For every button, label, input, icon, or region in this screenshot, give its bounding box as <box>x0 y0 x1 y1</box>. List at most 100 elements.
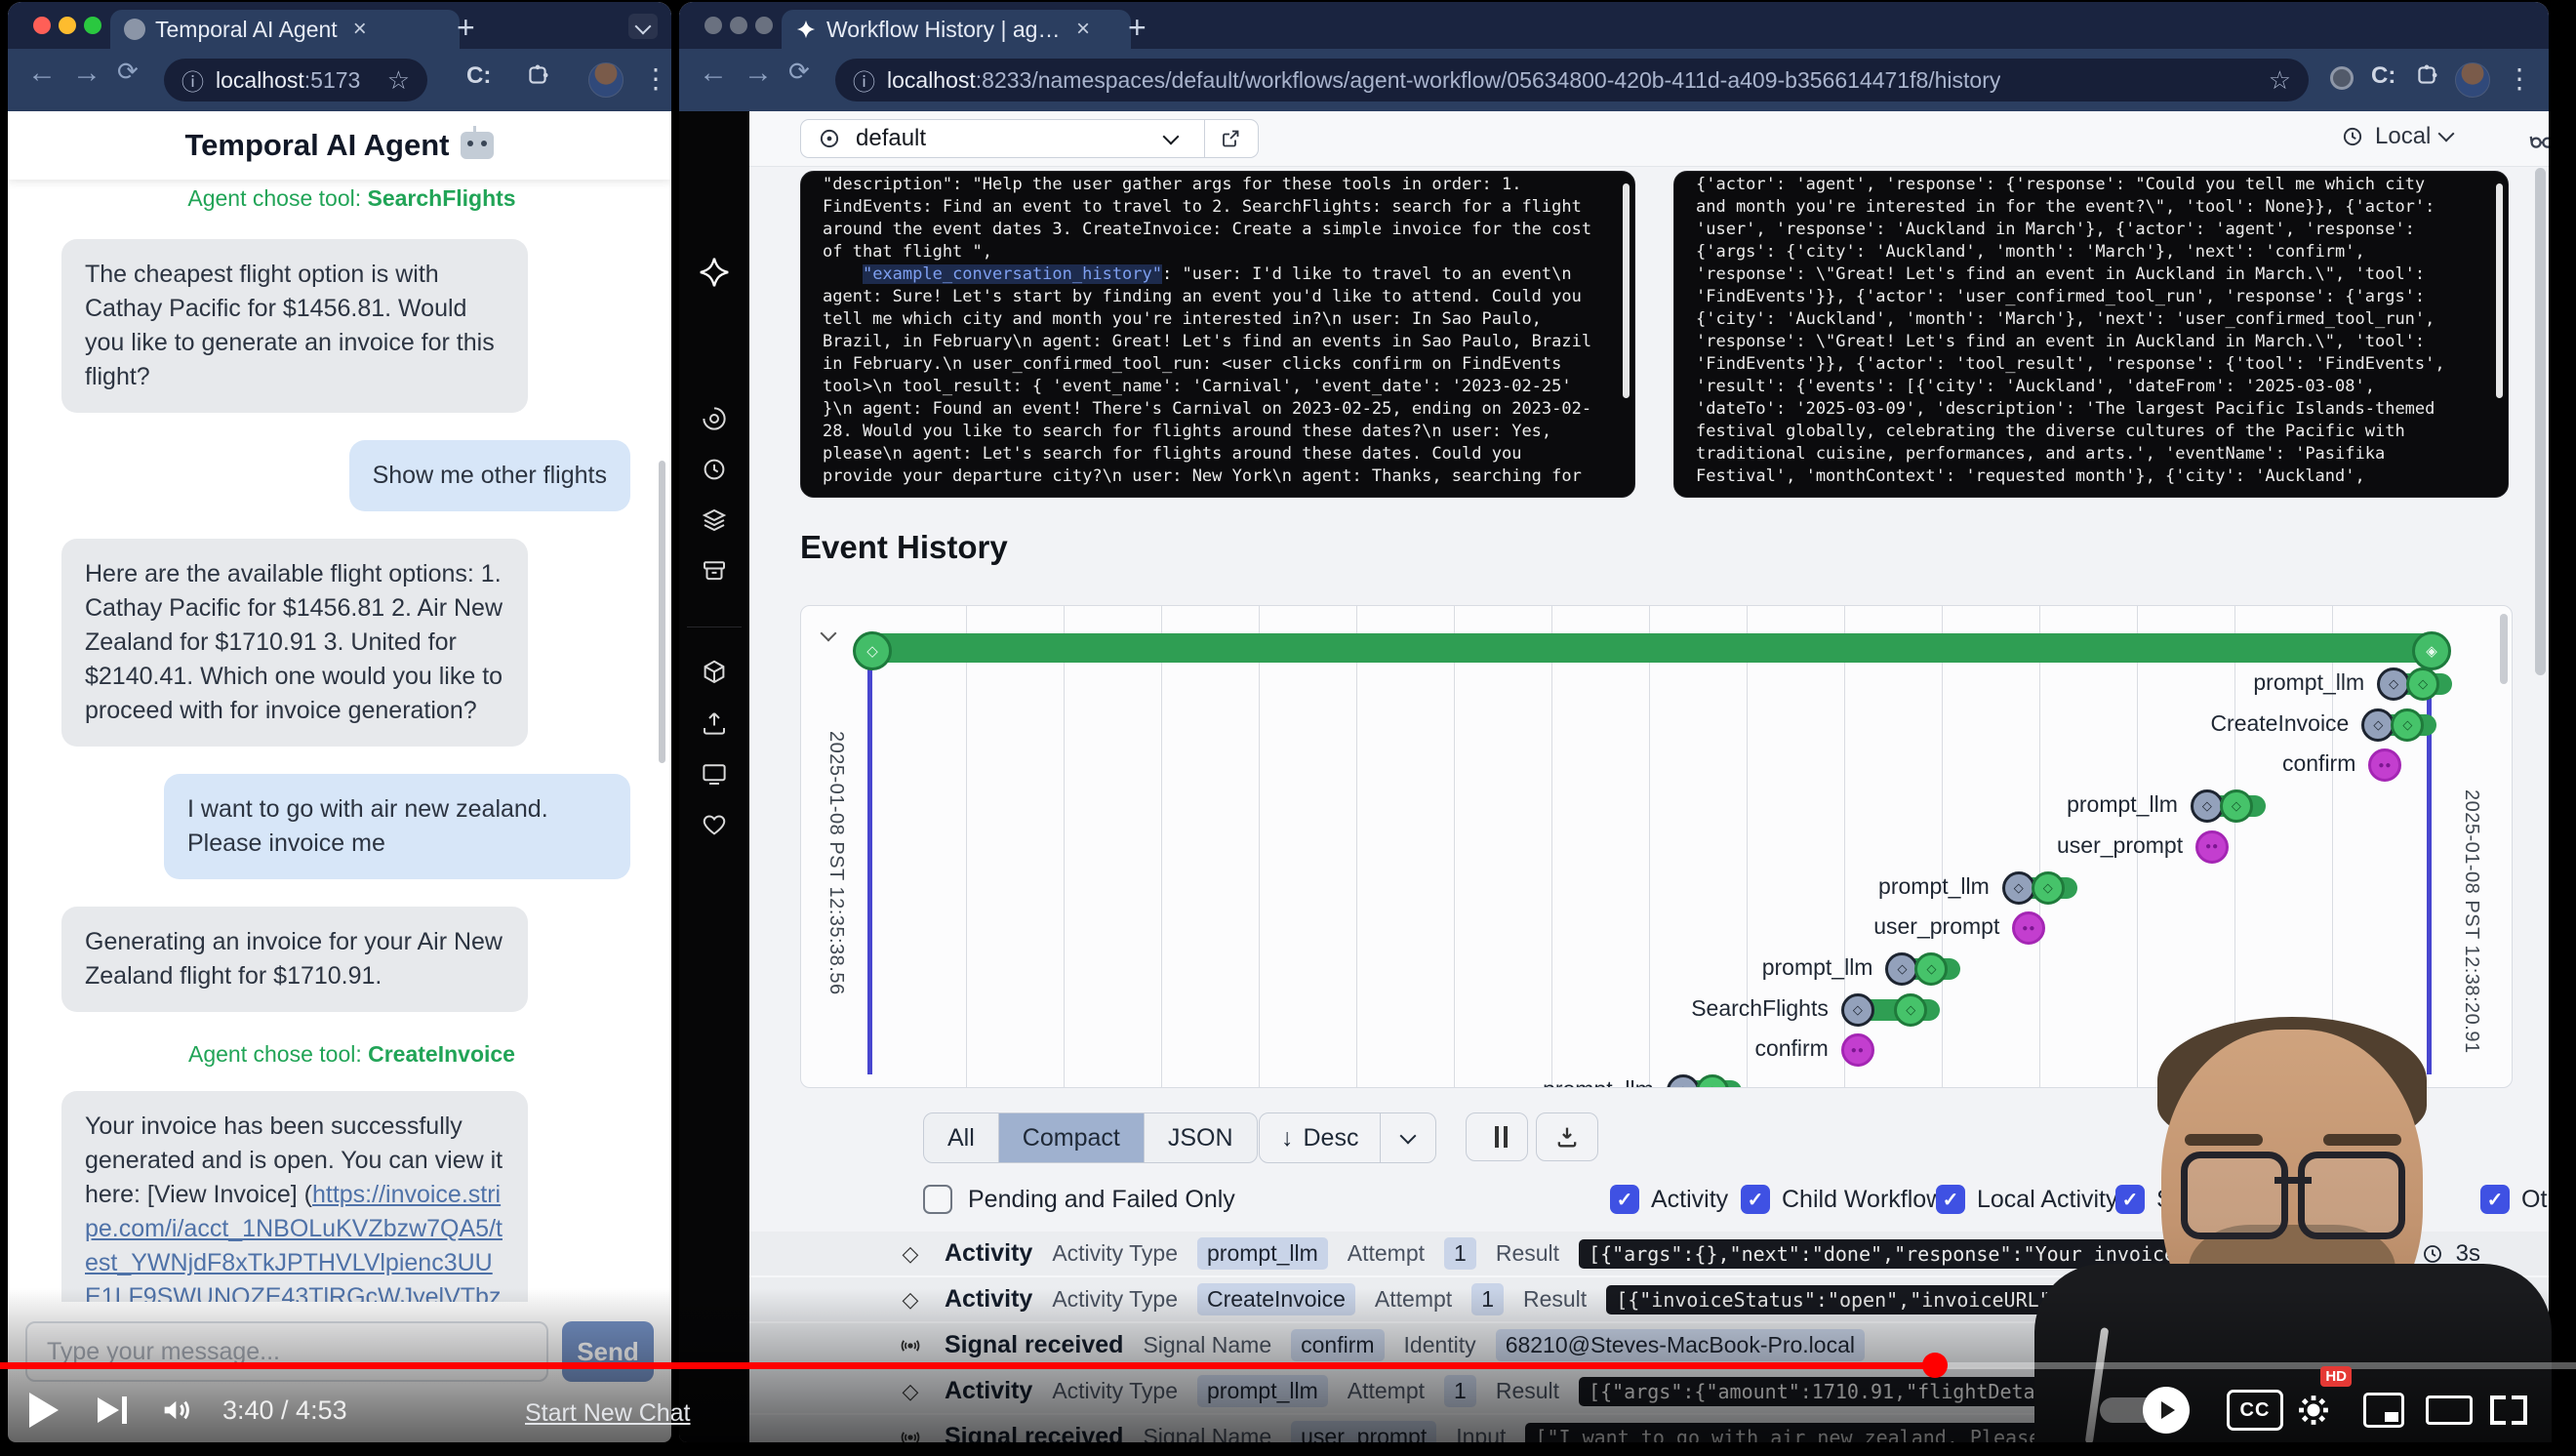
extensions-icon[interactable] <box>525 62 550 88</box>
timezone-selector[interactable]: Local <box>2340 123 2452 150</box>
address-bar[interactable]: ⓘ localhost:8233/namespaces/default/work… <box>835 59 2309 101</box>
minimize-window-button[interactable] <box>59 17 76 34</box>
tab-search-button[interactable] <box>628 14 658 39</box>
close-window-button[interactable] <box>704 17 722 34</box>
activity-completed-marker[interactable]: ◇ <box>2391 708 2424 742</box>
zoom-window-button[interactable] <box>755 17 773 34</box>
new-tab-button[interactable]: + <box>1128 10 1147 46</box>
glasses-icon[interactable] <box>2527 125 2549 154</box>
site-info-icon[interactable]: ⓘ <box>853 63 875 97</box>
favorites-icon[interactable] <box>700 810 729 844</box>
view-mode-json[interactable]: JSON <box>1145 1113 1257 1162</box>
browser-menu-icon[interactable]: ⋮ <box>2506 62 2533 95</box>
activity-completed-marker[interactable]: ◇ <box>2406 667 2439 701</box>
invoice-link[interactable]: https://invoice.stripe.com/i/acct_1NBOLu… <box>85 1181 503 1302</box>
activity-scheduled-marker[interactable]: ◇ <box>2361 708 2395 742</box>
new-tab-button[interactable]: + <box>457 10 475 46</box>
ci-extension-icon[interactable]: C: <box>466 62 491 90</box>
back-icon[interactable]: ← <box>699 57 728 90</box>
activity-scheduled-marker[interactable]: ◇ <box>2002 871 2035 905</box>
pending-failed-checkbox[interactable] <box>923 1185 952 1214</box>
activity-scheduled-marker[interactable]: ◇ <box>1841 993 1874 1027</box>
video-progress-track[interactable] <box>0 1362 2576 1369</box>
chat-scrollbar[interactable] <box>659 461 665 763</box>
timeline-event-label: CreateInvoice <box>2210 710 2349 737</box>
minimize-window-button[interactable] <box>730 17 747 34</box>
next-button[interactable] <box>98 1378 127 1442</box>
temporal-topbar: default Local <box>749 111 2549 167</box>
zoom-window-button[interactable] <box>84 17 101 34</box>
arrow-down-icon: ↓ <box>1281 1124 1294 1153</box>
extensions-icon[interactable] <box>2414 62 2439 88</box>
archival-icon[interactable] <box>700 556 729 590</box>
filter-checkbox-local-activity[interactable]: ✓ <box>1936 1185 1965 1214</box>
timeline-event-label: confirm <box>2282 750 2355 777</box>
namespace-selector[interactable]: default <box>800 119 1259 158</box>
ci-extension-icon[interactable]: C: <box>2371 62 2395 90</box>
autoplay-toggle[interactable] <box>2100 1378 2186 1442</box>
feedback-icon[interactable] <box>700 759 729 793</box>
bookmark-star-icon[interactable]: ☆ <box>2269 65 2291 96</box>
signal-marker[interactable]: ●● <box>2195 830 2229 864</box>
import-icon[interactable] <box>700 708 729 743</box>
timeline-scrollbar[interactable] <box>2500 614 2508 684</box>
namespace-target-icon <box>817 126 842 151</box>
timeline-collapse-button[interactable] <box>813 618 844 649</box>
activity-completed-marker[interactable]: ◇ <box>2032 871 2065 905</box>
theater-mode-button[interactable] <box>2426 1378 2473 1442</box>
sort-desc-button[interactable]: ↓Desc <box>1260 1113 1380 1162</box>
activity-completed-marker[interactable]: ◇ <box>2220 789 2253 823</box>
fullscreen-button[interactable] <box>2490 1378 2527 1442</box>
pending-failed-label: Pending and Failed Only <box>968 1186 1235 1214</box>
tab-close-icon[interactable]: × <box>353 16 367 43</box>
captions-button[interactable]: CC <box>2227 1378 2283 1442</box>
reload-icon[interactable]: ⟳ <box>788 57 810 87</box>
avatar[interactable] <box>2455 62 2490 98</box>
timeline-start-line <box>867 633 872 1074</box>
tab-close-icon[interactable]: × <box>1076 16 1090 43</box>
code-scrollbar[interactable] <box>1623 183 1630 398</box>
avatar[interactable] <box>588 62 624 98</box>
view-mode-compact[interactable]: Compact <box>999 1113 1145 1162</box>
browser-tab-left[interactable]: Temporal AI Agent × <box>110 10 460 49</box>
filter-checkbox-child-workflow[interactable]: ✓ <box>1741 1185 1770 1214</box>
activity-completed-marker[interactable]: ◇ <box>1894 993 1927 1027</box>
pause-autorefresh-button[interactable] <box>1466 1112 1528 1161</box>
bookmark-star-icon[interactable]: ☆ <box>387 65 410 96</box>
temporal-logo-icon[interactable] <box>698 256 731 294</box>
video-playhead[interactable] <box>1922 1353 1948 1378</box>
browser-menu-icon[interactable]: ⋮ <box>642 62 669 95</box>
browser-tab-right[interactable]: Workflow History | agent-wor × <box>782 10 1131 49</box>
deployments-icon[interactable] <box>700 658 729 692</box>
code-scrollbar[interactable] <box>2496 183 2503 398</box>
open-external-icon[interactable] <box>1219 127 1242 150</box>
play-button[interactable] <box>29 1378 59 1442</box>
miniplayer-button[interactable] <box>2363 1378 2404 1442</box>
view-mode-all[interactable]: All <box>924 1113 999 1162</box>
address-bar[interactable]: ⓘ localhost:5173 ☆ <box>164 59 427 101</box>
forward-icon[interactable]: → <box>744 57 773 90</box>
signal-marker[interactable]: ●● <box>1841 1033 1874 1067</box>
schedules-icon[interactable] <box>700 455 729 489</box>
activity-scheduled-marker[interactable]: ◇ <box>2377 667 2410 701</box>
sort-options-chevron[interactable] <box>1380 1113 1435 1162</box>
back-icon[interactable]: ← <box>27 57 57 90</box>
reload-icon[interactable]: ⟳ <box>117 57 139 87</box>
activity-scheduled-marker[interactable]: ◇ <box>2191 789 2224 823</box>
download-history-button[interactable] <box>1536 1112 1598 1161</box>
batch-icon[interactable] <box>700 506 729 540</box>
filter-checkbox-activity[interactable]: ✓ <box>1610 1185 1639 1214</box>
site-info-icon[interactable]: ⓘ <box>181 63 204 97</box>
settings-gear-icon[interactable]: HD <box>2295 1378 2332 1442</box>
forward-icon[interactable]: → <box>72 57 101 90</box>
workflow-end-marker[interactable]: ◈ <box>2412 631 2451 670</box>
extension-badge-icon[interactable] <box>2330 66 2354 90</box>
code-panel-conversation[interactable]: {'actor': 'agent', 'response': {'respons… <box>1673 171 2509 498</box>
volume-icon[interactable] <box>158 1378 197 1442</box>
workflow-execution-bar[interactable] <box>869 633 2429 663</box>
close-window-button[interactable] <box>33 17 51 34</box>
page-scrollbar[interactable] <box>2535 168 2546 675</box>
workflows-icon[interactable] <box>700 404 729 438</box>
code-panel-prompt[interactable]: "description": "Help the user gather arg… <box>800 171 1635 498</box>
workflow-start-marker[interactable]: ◇ <box>853 631 892 670</box>
